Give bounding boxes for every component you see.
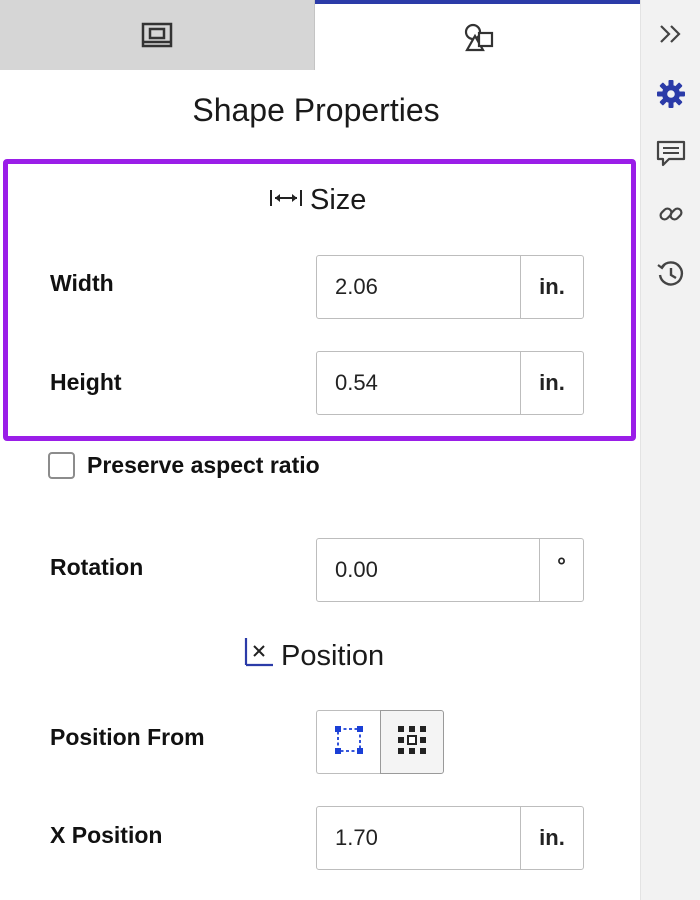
width-unit-button[interactable]: in. [520,256,583,318]
height-unit-button[interactable]: in. [520,352,583,414]
comments-icon [655,139,687,174]
position-from-center-button[interactable] [380,710,444,774]
settings-button[interactable] [651,76,691,116]
link-icon [657,200,685,233]
comments-button[interactable] [651,136,691,176]
position-from-group [316,710,444,774]
size-section-header: Size [268,184,366,217]
x-position-input[interactable]: 1.70 [317,807,520,869]
tab-bar [0,0,640,70]
position-from-bounding-button[interactable] [316,710,380,774]
expand-button[interactable] [651,16,691,56]
size-header-label: Size [310,184,367,216]
rotation-label: Rotation [50,554,144,580]
height-field: 0.54 in. [316,351,584,415]
width-arrows-icon [268,184,310,217]
rotation-field: 0.00 ° [316,538,584,602]
x-position-unit-button[interactable]: in. [520,807,583,869]
rotation-unit: ° [539,539,583,601]
x-position-label: X Position [50,822,163,848]
x-position-field: 1.70 in. [316,806,584,870]
width-field: 2.06 in. [316,255,584,319]
position-header-label: Position [281,639,385,672]
preserve-aspect-label: Preserve aspect ratio [87,452,320,478]
height-label: Height [50,369,122,395]
panel-title: Shape Properties [192,92,440,128]
page-layout-icon [141,22,173,48]
gear-icon [656,79,686,114]
tab-layout[interactable] [0,0,315,70]
position-from-label: Position From [50,724,205,750]
link-button[interactable] [651,196,691,236]
history-icon [656,259,686,294]
width-input[interactable]: 2.06 [317,256,520,318]
bounding-box-icon [334,725,364,760]
position-section-header: Position [243,636,384,676]
history-button[interactable] [651,256,691,296]
expand-chevrons-icon [658,23,684,50]
rotation-input[interactable]: 0.00 [317,539,539,601]
tab-shape[interactable] [315,0,640,70]
center-grid-icon [397,725,427,760]
right-rail [640,0,700,900]
position-axis-icon [243,636,281,676]
width-label: Width [50,270,114,296]
height-input[interactable]: 0.54 [317,352,520,414]
preserve-aspect-row[interactable]: Preserve aspect ratio [48,452,320,479]
shapes-icon [461,22,495,52]
preserve-aspect-checkbox[interactable] [48,452,75,479]
